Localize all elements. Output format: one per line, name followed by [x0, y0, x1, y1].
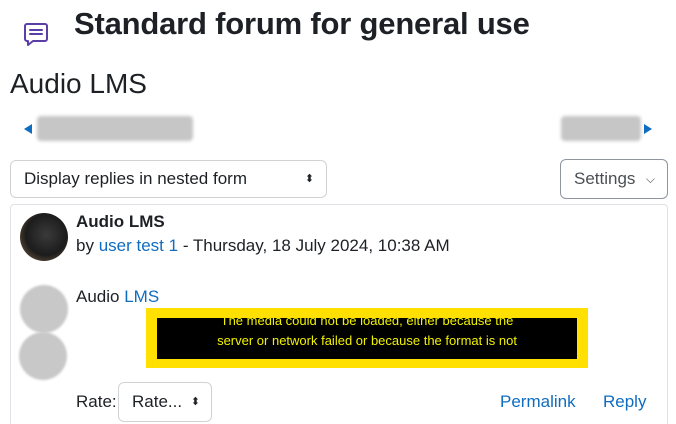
display-mode-value: Display replies in nested form [24, 169, 247, 188]
content-link[interactable]: LMS [124, 287, 159, 306]
select-caret-icon: ⬍ [304, 173, 314, 185]
media-error-line: The media could not be loaded, either be… [220, 318, 514, 328]
select-caret-icon: ⬍ [190, 396, 200, 408]
forum-icon [24, 23, 48, 46]
triangle-right-icon[interactable] [644, 124, 652, 134]
chevron-down-icon: ⌵ [645, 172, 655, 186]
triangle-left-icon[interactable] [24, 124, 32, 134]
display-mode-select[interactable]: Display replies in nested form ⬍ [10, 160, 327, 198]
discussion-title: Audio LMS [10, 68, 147, 99]
redacted-avatar [19, 332, 67, 380]
redacted-avatar [20, 285, 68, 333]
post-subject: Audio LMS [76, 212, 165, 231]
rate-label: Rate: [76, 392, 117, 411]
media-error-line: server or network failed or because the … [217, 333, 517, 348]
post-content: Audio LMS [76, 287, 159, 307]
post-date: - Thursday, 18 July 2024, 10:38 AM [182, 236, 450, 255]
content-text: Audio [76, 287, 120, 306]
settings-label: Settings [574, 169, 636, 188]
rate-select[interactable]: Rate... ⬍ [118, 382, 212, 422]
byline-prefix: by [76, 236, 94, 255]
next-discussion-link[interactable] [561, 116, 641, 141]
page-title: Standard forum for general use [74, 6, 530, 41]
permalink-link[interactable]: Permalink [500, 392, 576, 412]
rate-select-value: Rate... [132, 392, 183, 411]
settings-button[interactable]: Settings ⌵ [560, 159, 668, 199]
post-byline: by user test 1 - Thursday, 18 July 2024,… [76, 236, 450, 256]
reply-link[interactable]: Reply [603, 392, 646, 412]
author-avatar[interactable] [20, 213, 68, 261]
media-error-message: The media could not be loaded, either be… [157, 318, 577, 359]
previous-discussion-link[interactable] [37, 116, 193, 141]
author-link[interactable]: user test 1 [99, 236, 178, 255]
